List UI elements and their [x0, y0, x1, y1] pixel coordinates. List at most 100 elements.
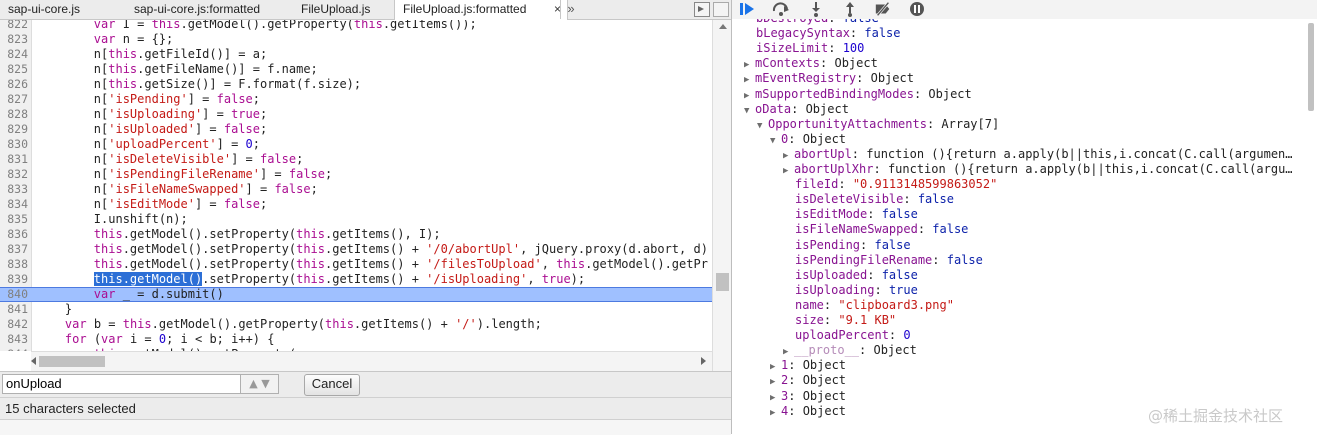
deactivate-breakpoints-icon[interactable] — [874, 1, 892, 17]
expanded-triangle-icon[interactable]: ▼ — [744, 104, 755, 119]
property-name: abortUplXhr — [794, 162, 874, 176]
line-number[interactable]: 838 — [0, 257, 28, 272]
scope-property-row[interactable]: ▶ 1: Object — [770, 358, 846, 373]
property-separator: : — [823, 313, 839, 327]
line-number[interactable]: 839 — [0, 272, 28, 287]
expanded-triangle-icon[interactable]: ▼ — [770, 134, 781, 149]
scope-property-row[interactable]: ▶ __proto__: Object — [783, 343, 917, 358]
cancel-button[interactable]: Cancel — [304, 374, 360, 396]
code-line[interactable]: 843 for (var i = 0; i < b; i++) { — [0, 332, 712, 347]
code-line[interactable]: 835 I.unshift(n); — [0, 212, 712, 227]
line-number[interactable]: 843 — [0, 332, 28, 347]
code-editor[interactable]: 822 var I = this.getModel().getProperty(… — [0, 20, 712, 351]
property-separator: : — [867, 207, 882, 222]
line-number[interactable]: 844 — [0, 347, 28, 351]
collapsed-triangle-icon[interactable]: ▶ — [770, 406, 781, 421]
code-line[interactable]: 825 n[this.getFileName()] = f.name; — [0, 62, 712, 77]
code-line[interactable]: 827 n['isPending'] = false; — [0, 92, 712, 107]
editor-vertical-scrollbar[interactable] — [712, 20, 732, 371]
code-line[interactable]: 839 this.getModel().setProperty(this.get… — [0, 272, 712, 287]
line-number[interactable]: 823 — [0, 32, 28, 47]
code-line[interactable]: 834 n['isEditMode'] = false; — [0, 197, 712, 212]
line-number[interactable]: 831 — [0, 152, 28, 167]
scope-property-row[interactable]: ▶ abortUplXhr: function (){return a.apply… — [783, 162, 1293, 177]
code-line[interactable]: 829 n['isUploaded'] = false; — [0, 122, 712, 137]
step-out-icon[interactable] — [841, 1, 859, 17]
scope-property-row[interactable]: ▶ 2: Object — [770, 373, 846, 388]
code-line[interactable]: 841 } — [0, 302, 712, 317]
scrollbar-thumb[interactable] — [1308, 23, 1314, 111]
step-over-icon[interactable] — [772, 1, 790, 17]
code-line[interactable]: 828 n['isUploading'] = true; — [0, 107, 712, 122]
line-number[interactable]: 827 — [0, 92, 28, 107]
line-number[interactable]: 837 — [0, 242, 28, 257]
line-number[interactable]: 841 — [0, 302, 28, 317]
scope-property-row[interactable]: ▶ 4: Object — [770, 404, 846, 419]
code-line[interactable]: 836 this.getModel().setProperty(this.get… — [0, 227, 712, 242]
code-line[interactable]: 822 var I = this.getModel().getProperty(… — [0, 20, 712, 32]
code-line[interactable]: 830 n['uploadPercent'] = 0; — [0, 137, 712, 152]
line-number[interactable]: 828 — [0, 107, 28, 122]
line-number[interactable]: 829 — [0, 122, 28, 137]
search-prev-next-buttons[interactable]: ▲ ▼ — [240, 374, 279, 394]
editor-horizontal-scrollbar[interactable] — [31, 351, 712, 371]
code-line[interactable]: 838 this.getModel().setProperty(this.get… — [0, 257, 712, 272]
step-into-icon[interactable] — [807, 1, 825, 17]
property-value: Object — [802, 131, 847, 146]
scope-property-row[interactable]: ▶ mSupportedBindingModes: Object — [744, 87, 972, 102]
scrollbar-thumb[interactable] — [716, 273, 729, 291]
line-number[interactable]: 826 — [0, 77, 28, 92]
code-line[interactable]: 833 n['isFileNameSwapped'] = false; — [0, 182, 712, 197]
toggle-debugger-icon[interactable] — [694, 2, 710, 17]
line-number[interactable]: 832 — [0, 167, 28, 182]
code-line[interactable]: 826 n[this.getSize()] = F.format(f.size)… — [0, 77, 712, 92]
property-value: false — [864, 26, 901, 41]
line-number[interactable]: 835 — [0, 212, 28, 227]
more-tabs-chevron-icon[interactable]: » — [560, 0, 581, 19]
tab-label: FileUpload.js:formatted — [403, 2, 527, 16]
search-input[interactable] — [2, 374, 243, 394]
line-number[interactable]: 836 — [0, 227, 28, 242]
execution-line[interactable]: 840 var _ = d.submit() — [0, 287, 712, 302]
scroll-up-icon[interactable] — [719, 24, 727, 29]
line-number[interactable]: 834 — [0, 197, 28, 212]
pause-on-exceptions-icon[interactable] — [908, 1, 926, 17]
tab-sap-ui-core-formatted[interactable]: sap-ui-core.js:formatted — [126, 0, 300, 19]
property-separator: : — [859, 343, 874, 358]
code-line[interactable]: 837 this.getModel().setProperty(this.get… — [0, 242, 712, 257]
code-text: var n = {}; — [93, 32, 174, 46]
resume-icon[interactable] — [738, 1, 756, 17]
scope-property-row[interactable]: ▼ oData: Object — [744, 102, 849, 117]
scope-property-row[interactable]: ▶ 3: Object — [770, 389, 846, 404]
tab-sap-ui-core[interactable]: sap-ui-core.js — [0, 0, 133, 19]
tab-fileupload[interactable]: FileUpload.js — [293, 0, 401, 19]
scrollbar-thumb[interactable] — [39, 356, 105, 367]
line-number[interactable]: 822 — [0, 20, 28, 32]
expanded-triangle-icon[interactable]: ▼ — [757, 119, 768, 134]
property-separator: : — [917, 222, 933, 237]
scope-property-row[interactable]: ▼ OpportunityAttachments: Array[7] — [757, 117, 999, 132]
tab-fileupload-formatted[interactable]: FileUpload.js:formatted × — [394, 0, 568, 20]
line-number[interactable]: 824 — [0, 47, 28, 62]
scope-property-row[interactable]: ▼ 0: Object — [770, 132, 846, 147]
scroll-right-icon[interactable] — [701, 357, 706, 365]
collapsed-triangle-icon[interactable]: ▶ — [783, 164, 794, 179]
code-line[interactable]: 832 n['isPendingFileRename'] = false; — [0, 167, 712, 182]
code-line[interactable]: 831 n['isDeleteVisible'] = false; — [0, 152, 712, 167]
code-text: n['uploadPercent'] = 0; — [36, 137, 260, 151]
scope-property-row[interactable]: ▶ mContexts: Object — [744, 56, 878, 71]
line-number[interactable]: 830 — [0, 137, 28, 152]
line-number[interactable]: 825 — [0, 62, 28, 77]
line-number[interactable]: 833 — [0, 182, 28, 197]
scope-property-row[interactable]: ▶ mEventRegistry: Object — [744, 71, 914, 86]
scroll-left-icon[interactable] — [31, 357, 36, 365]
toggle-sidebar-icon[interactable] — [713, 2, 729, 17]
sidebar-vertical-scrollbar[interactable] — [1304, 19, 1317, 434]
property-value: false — [881, 267, 918, 282]
code-line[interactable]: 824 n[this.getFileId()] = a; — [0, 47, 712, 62]
line-number[interactable]: 840 — [0, 288, 28, 301]
code-line[interactable]: 823 var n = {}; — [0, 32, 712, 47]
line-number[interactable]: 842 — [0, 317, 28, 332]
code-line[interactable]: 842 var b = this.getModel().getProperty(… — [0, 317, 712, 332]
scope-property-row[interactable]: ▶ abortUpl: function (){return a.apply(b|… — [783, 147, 1293, 162]
